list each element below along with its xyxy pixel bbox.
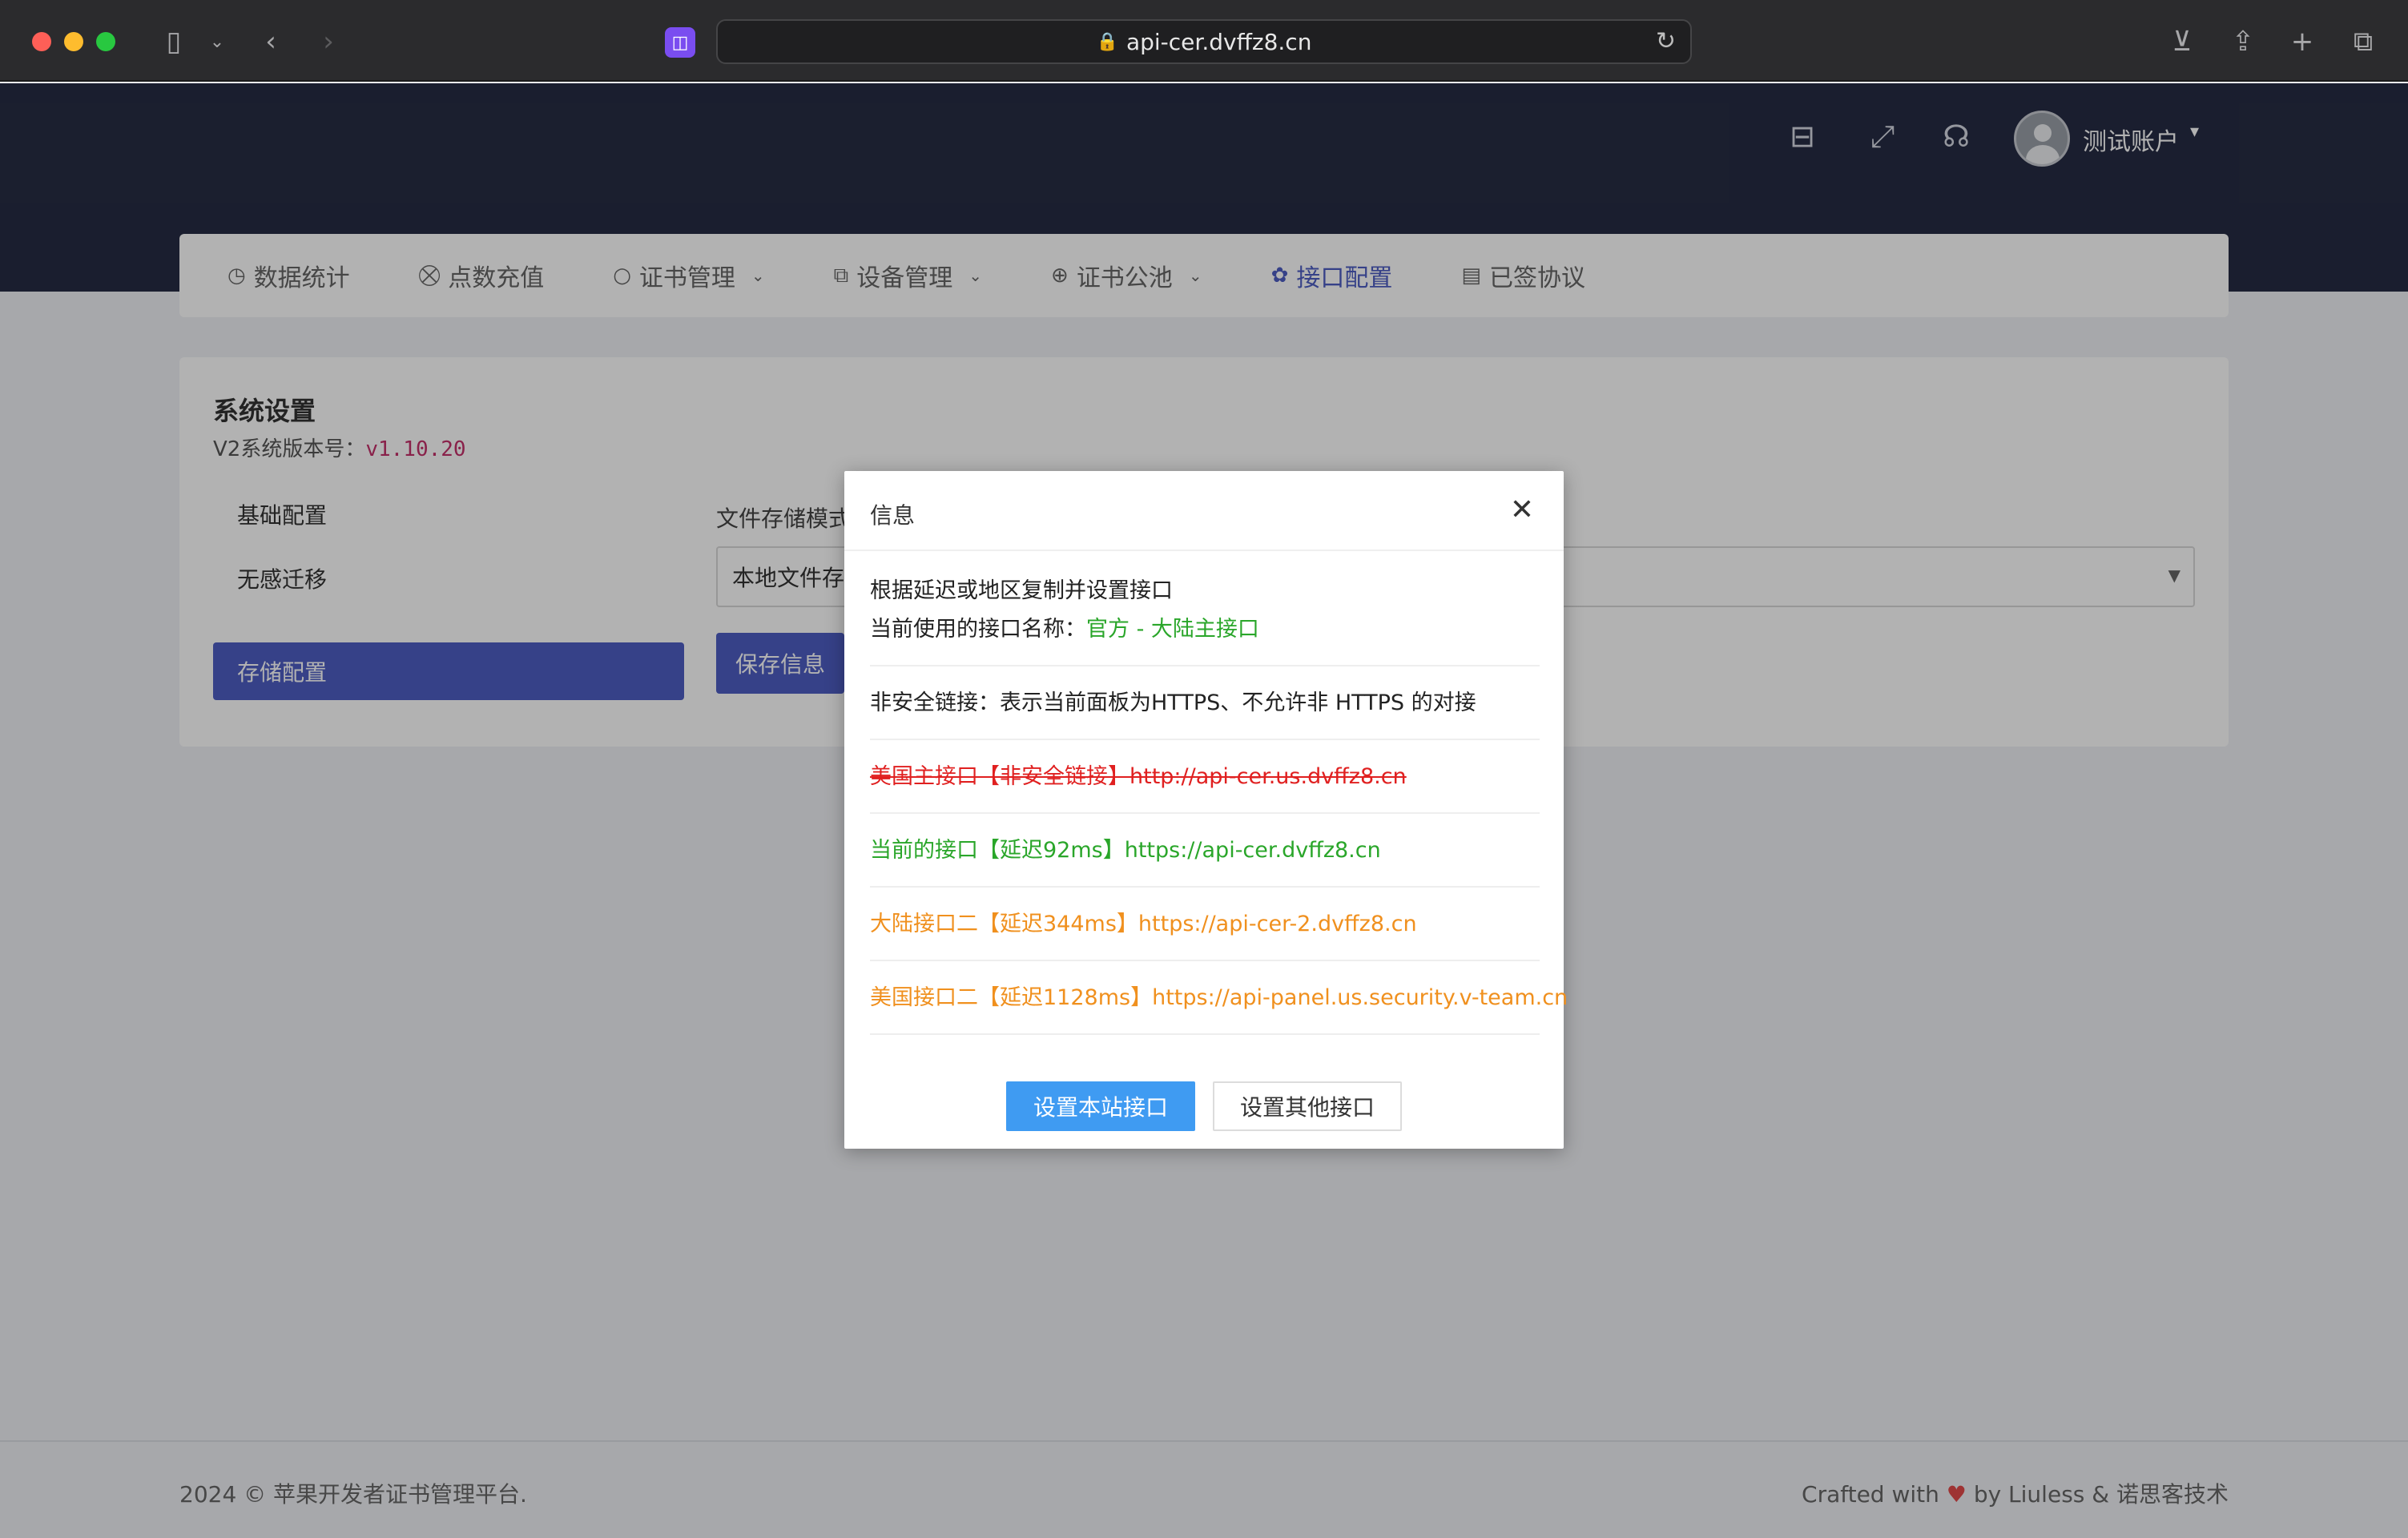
endpoint-row[interactable]: 大陆接口二【延迟344ms】https://api-cer-2.dvffz8.c… (870, 888, 1540, 961)
insecure-note: 非安全链接：表示当前面板为HTTPS、不允许非 HTTPS 的对接 (870, 666, 1540, 740)
endpoint-row[interactable]: 美国主接口【非安全链接】http://api-cer.us.dvffz8.cn (870, 740, 1540, 814)
extension-icon[interactable]: ◫ (665, 27, 695, 58)
sidebar-toggle-icon[interactable]: ▯ (154, 24, 194, 59)
dialog-body: 根据延迟或地区复制并设置接口 当前使用的接口名称：官方 - 大陆主接口 非安全链… (870, 572, 1568, 1035)
set-site-api-button[interactable]: 设置本站接口 (1006, 1081, 1195, 1131)
chevron-down-icon[interactable]: ⌄ (205, 24, 229, 59)
endpoint-row[interactable]: 当前的接口【延迟92ms】https://api-cer.dvffz8.cn (870, 814, 1540, 888)
current-api-label: 当前使用的接口名称： (870, 617, 1086, 642)
back-icon[interactable]: ‹ (255, 24, 287, 59)
close-icon[interactable]: ✕ (1504, 492, 1540, 527)
close-window-button[interactable] (32, 32, 51, 51)
new-tab-icon[interactable]: + (2285, 24, 2320, 59)
dialog-header: 信息 ✕ (844, 471, 1564, 551)
info-dialog: 信息 ✕ 根据延迟或地区复制并设置接口 当前使用的接口名称：官方 - 大陆主接口… (844, 471, 1568, 1149)
reload-icon[interactable]: ↻ (1656, 27, 1676, 55)
current-api-line: 当前使用的接口名称：官方 - 大陆主接口 (870, 610, 1540, 649)
zoom-window-button[interactable] (96, 32, 115, 51)
address-bar[interactable]: 🔒 api-cer.dvffz8.cn ↻ (716, 19, 1692, 64)
browser-toolbar: ▯ ⌄ ‹ › ◫ 🔒 api-cer.dvffz8.cn ↻ ⊻ ⇪ + ⧉ (0, 0, 2408, 82)
forward-icon[interactable]: › (312, 24, 344, 59)
current-api-name: 官方 - 大陆主接口 (1086, 617, 1259, 642)
lock-icon: 🔒 (1096, 31, 1118, 52)
url-text: api-cer.dvffz8.cn (1125, 28, 1312, 55)
intro-line: 根据延迟或地区复制并设置接口 (870, 578, 1173, 603)
endpoint-row[interactable]: 美国接口二【延迟1128ms】https://api-panel.us.secu… (870, 961, 1568, 1035)
minimize-window-button[interactable] (64, 32, 83, 51)
dialog-title: 信息 (870, 502, 916, 529)
share-icon[interactable]: ⇪ (2225, 24, 2261, 59)
dialog-intro: 根据延迟或地区复制并设置接口 当前使用的接口名称：官方 - 大陆主接口 (870, 572, 1540, 666)
set-other-api-button[interactable]: 设置其他接口 (1213, 1081, 1402, 1131)
tab-overview-icon[interactable]: ⧉ (2346, 24, 2381, 59)
download-icon[interactable]: ⊻ (2164, 24, 2200, 59)
